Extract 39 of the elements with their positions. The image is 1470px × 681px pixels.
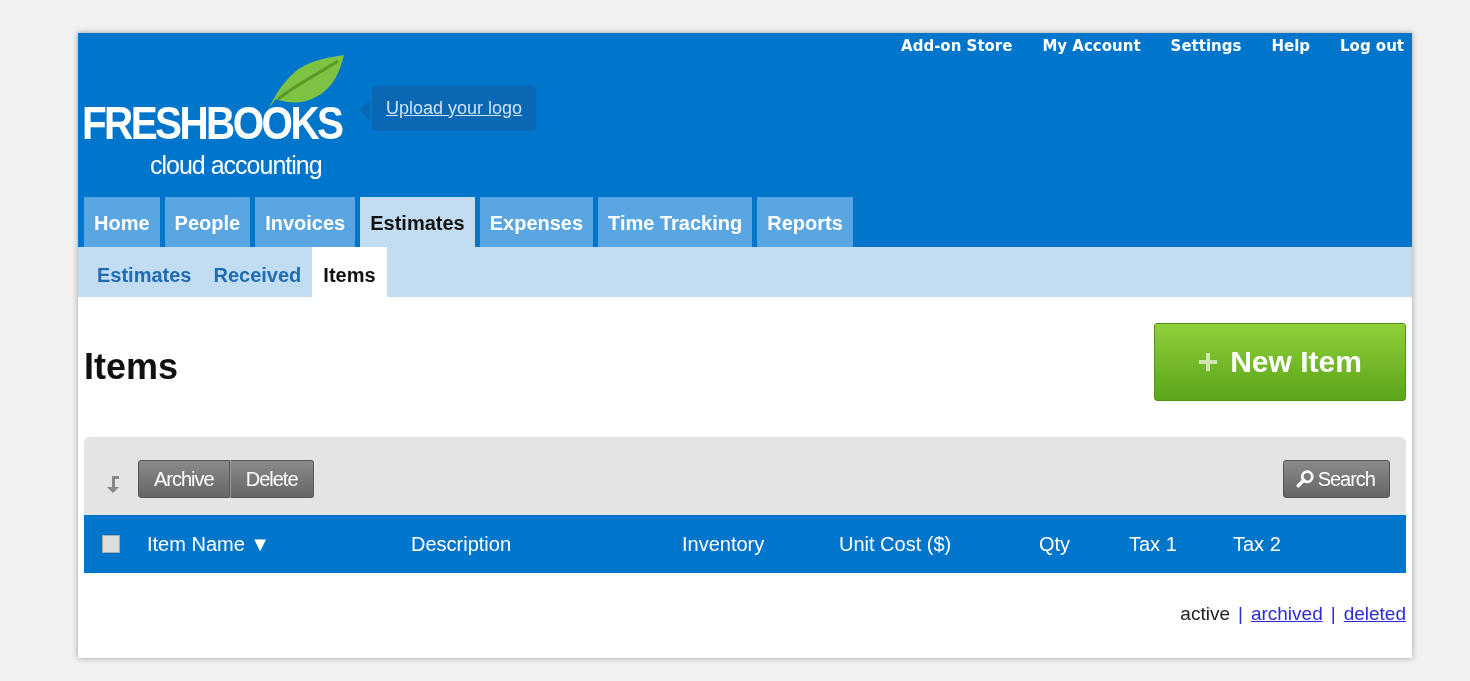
top-nav-link[interactable]: Log out xyxy=(1340,37,1404,59)
toolbar-button[interactable]: Archive xyxy=(138,460,230,498)
filter-link[interactable]: deleted xyxy=(1343,603,1406,625)
plus-icon xyxy=(1198,352,1219,372)
select-all-checkbox[interactable] xyxy=(102,535,120,553)
toolbar-button[interactable]: Delete xyxy=(229,460,314,498)
column-header[interactable]: Inventory xyxy=(682,532,839,556)
column-header[interactable]: Tax 2 xyxy=(1233,532,1323,556)
sort-arrow-icon xyxy=(106,474,122,494)
logo-tagline: cloud accounting xyxy=(150,151,322,180)
top-nav-link[interactable]: Settings xyxy=(1170,37,1242,59)
subnav-tab[interactable]: Estimates xyxy=(86,247,203,297)
search-icon xyxy=(1295,470,1314,488)
nav-tab[interactable]: Home xyxy=(84,197,160,247)
nav-tab[interactable]: Invoices xyxy=(255,197,356,247)
filter-link[interactable]: archived xyxy=(1250,603,1323,625)
new-item-button[interactable]: New Item xyxy=(1154,323,1406,401)
logo-text: FRESHBOOKS xyxy=(82,95,342,150)
filter-separator: | xyxy=(1237,603,1243,625)
search-button[interactable]: Search xyxy=(1282,460,1390,498)
filter-separator: | xyxy=(1330,603,1336,625)
subnav-tab[interactable]: Received xyxy=(202,247,313,297)
column-header[interactable]: Qty xyxy=(1039,532,1129,556)
top-nav-link[interactable]: Help xyxy=(1271,37,1310,59)
column-header[interactable]: Description xyxy=(411,532,682,556)
nav-tab[interactable]: People xyxy=(164,197,251,247)
column-header[interactable]: Tax 1 xyxy=(1129,532,1233,556)
upload-logo-link[interactable]: Upload your logo xyxy=(386,97,523,118)
top-nav-link[interactable]: Add-on Store xyxy=(901,37,1013,59)
top-nav-link[interactable]: My Account xyxy=(1042,37,1141,59)
subnav-tab[interactable]: Items xyxy=(312,247,387,297)
column-header[interactable]: Unit Cost ($) xyxy=(839,532,1039,556)
nav-tab[interactable]: Time Tracking xyxy=(598,197,753,247)
filter-link[interactable]: active xyxy=(1180,603,1230,625)
nav-tab[interactable]: Reports xyxy=(757,197,853,247)
nav-tab[interactable]: Estimates xyxy=(360,197,475,247)
column-header[interactable]: Item Name ▼ xyxy=(147,532,411,556)
page-title: Items xyxy=(84,346,179,388)
nav-tab[interactable]: Expenses xyxy=(479,197,594,247)
